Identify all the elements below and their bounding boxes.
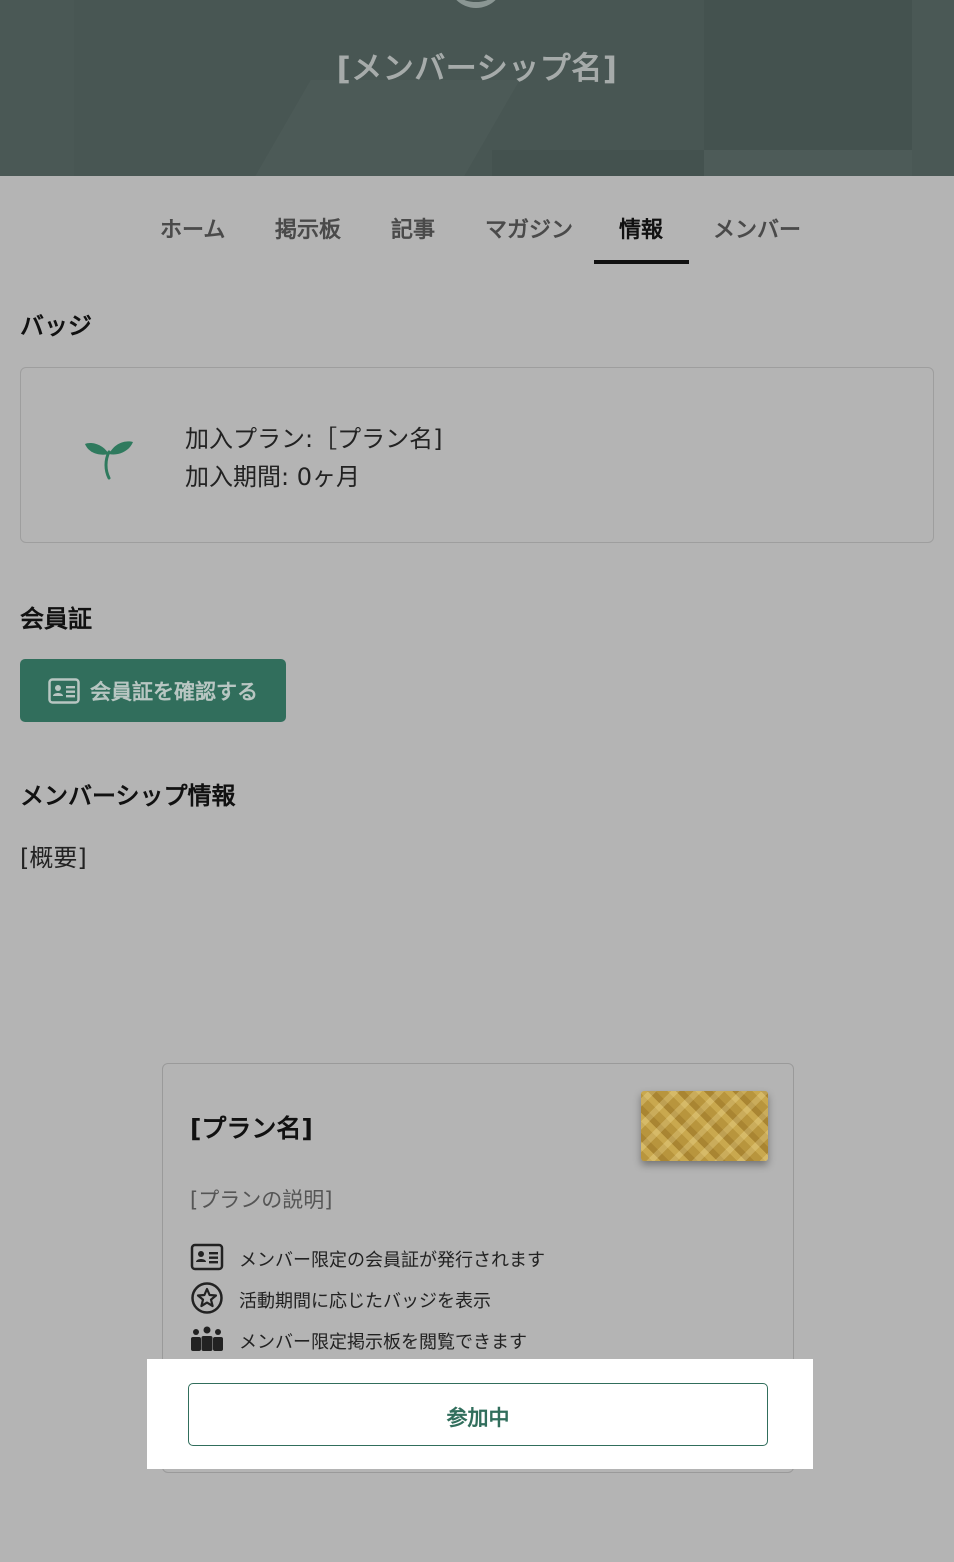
tab-articles[interactable]: 記事 xyxy=(391,212,435,244)
view-member-card-button[interactable]: 会員証を確認する xyxy=(20,659,286,722)
id-card-icon xyxy=(190,1243,224,1271)
badge-details: 加入プラン:［プラン名] 加入期間: 0ヶ月 xyxy=(185,420,442,496)
joined-plan-text: 加入プラン:［プラン名] xyxy=(185,425,443,453)
joined-status-label: 参加中 xyxy=(446,1406,510,1430)
star-badge-icon xyxy=(191,1282,223,1314)
joined-period-text: 加入期間: 0ヶ月 xyxy=(185,463,360,491)
tab-home[interactable]: ホーム xyxy=(160,212,225,244)
tab-board[interactable]: 掲示板 xyxy=(275,212,341,244)
badge-section-title: バッジ xyxy=(20,312,92,340)
tab-bar: ホーム 掲示板 記事 マガジン 情報 メンバー xyxy=(0,176,954,266)
active-tab-indicator xyxy=(594,260,689,264)
joined-status-button[interactable]: 参加中 xyxy=(188,1383,768,1446)
badge-card: 加入プラン:［プラン名] 加入期間: 0ヶ月 xyxy=(20,367,934,543)
plan-feature-text: メンバー限定の会員証が発行されます xyxy=(239,1250,545,1271)
plan-feature-text: メンバー限定掲示板を閲覧できます xyxy=(239,1332,527,1353)
plan-description: [プランの説明] xyxy=(190,1188,333,1212)
plan-name: [プラン名] xyxy=(190,1114,313,1143)
membership-summary: [概要] xyxy=(20,844,87,872)
tab-info[interactable]: 情報 xyxy=(619,212,663,244)
header-pattern xyxy=(704,150,912,176)
membership-info-title: メンバーシップ情報 xyxy=(20,782,236,810)
plan-feature-text: 活動期間に応じたバッジを表示 xyxy=(239,1291,491,1312)
header-pattern xyxy=(492,150,704,176)
membership-title: [メンバーシップ名] xyxy=(336,51,618,87)
plan-image xyxy=(641,1091,768,1161)
tab-members[interactable]: メンバー xyxy=(713,212,801,244)
people-icon xyxy=(191,1326,223,1351)
sprout-icon xyxy=(85,441,133,480)
tab-magazine[interactable]: マガジン xyxy=(485,212,573,244)
id-card-icon xyxy=(48,678,80,704)
member-card-section-title: 会員証 xyxy=(20,605,92,633)
view-member-card-label: 会員証を確認する xyxy=(90,680,258,704)
membership-header: [メンバーシップ名] xyxy=(0,0,954,176)
highlighted-action-area: 参加中 xyxy=(147,1359,813,1469)
